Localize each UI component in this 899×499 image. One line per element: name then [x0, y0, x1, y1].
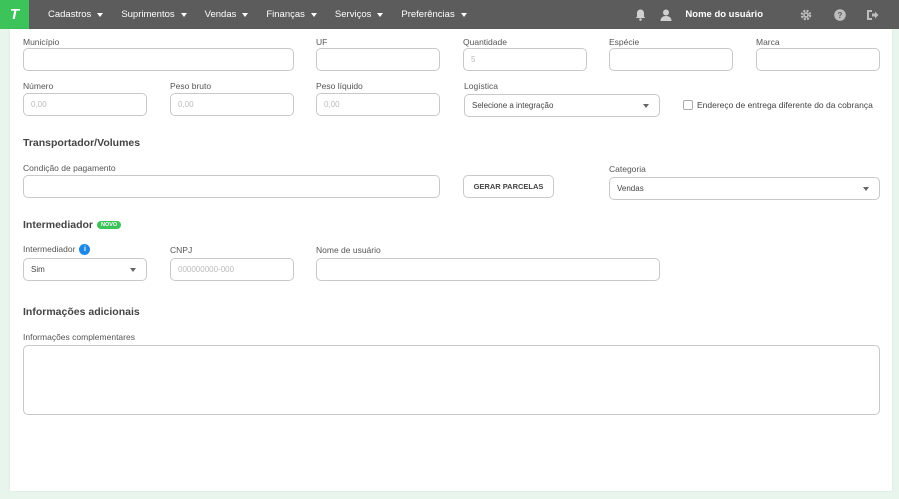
- marca-label: Marca: [756, 37, 780, 47]
- informacoes-adicionais-title: Informações adicionais: [23, 306, 140, 318]
- categoria-label: Categoria: [609, 164, 646, 174]
- chevron-down-icon: [310, 12, 317, 17]
- especie-label: Espécie: [609, 37, 640, 47]
- quantidade-label: Quantidade: [463, 37, 507, 47]
- endereco-entrega-label: Endereço de entrega diferente do da cobr…: [697, 100, 873, 110]
- intermediador-title-text: Intermediador: [23, 219, 94, 231]
- marca-input[interactable]: [756, 48, 880, 71]
- condicao-pagamento-label: Condição de pagamento: [23, 163, 116, 173]
- form-panel: Município UF Quantidade 5 Espécie Marca …: [10, 29, 892, 491]
- chevron-down-icon: [180, 12, 187, 17]
- svg-text:?: ?: [838, 11, 843, 20]
- gear-icon[interactable]: [799, 8, 813, 22]
- transportador-section-title: Transportador/Volumes: [23, 137, 141, 149]
- chevron-down-icon: [130, 268, 136, 272]
- categoria-value: Vendas: [617, 184, 644, 193]
- menu-servicos[interactable]: Serviços: [326, 9, 392, 20]
- novo-badge: NOVO: [97, 221, 122, 230]
- intermediador-select[interactable]: Sim: [23, 258, 147, 281]
- main-menu: Cadastros Suprimentos Vendas Finanças Se…: [39, 9, 476, 20]
- help-icon[interactable]: ?: [833, 8, 847, 22]
- menu-label: Suprimentos: [121, 9, 175, 20]
- logistica-value: Selecione a integração: [472, 101, 554, 110]
- numero-input[interactable]: 0,00: [23, 93, 147, 116]
- informacoes-complementares-label: Informações complementares: [23, 332, 135, 342]
- user-icon[interactable]: [659, 8, 673, 22]
- uf-label: UF: [316, 37, 328, 47]
- peso-liquido-label: Peso líquido: [316, 81, 363, 91]
- especie-input[interactable]: [609, 48, 733, 71]
- cnpj-label: CNPJ: [170, 245, 193, 255]
- menu-preferencias[interactable]: Preferências: [392, 9, 475, 20]
- quantidade-input[interactable]: 5: [463, 48, 587, 71]
- intermediador-field-label: Intermediador i: [23, 244, 91, 256]
- nome-usuario-label: Nome de usuário: [316, 245, 381, 255]
- menu-cadastros[interactable]: Cadastros: [39, 9, 112, 20]
- cnpj-placeholder: 000000000-000: [178, 265, 235, 274]
- informacoes-complementares-textarea[interactable]: [23, 345, 880, 415]
- municipio-input[interactable]: [23, 48, 294, 71]
- menu-vendas[interactable]: Vendas: [196, 9, 258, 20]
- peso-liquido-placeholder: 0,00: [324, 100, 340, 109]
- menu-label: Cadastros: [48, 9, 92, 20]
- chevron-down-icon: [97, 12, 104, 17]
- intermediador-value: Sim: [31, 265, 45, 274]
- topbar-actions: Nome do usuário ?: [633, 0, 899, 29]
- numero-placeholder: 0,00: [31, 100, 47, 109]
- logistica-label: Logística: [464, 81, 499, 91]
- menu-label: Serviços: [334, 9, 372, 20]
- app-logo[interactable]: T: [0, 0, 29, 29]
- logistica-select[interactable]: Selecione a integração: [464, 94, 660, 117]
- chevron-down-icon: [460, 12, 467, 17]
- categoria-select[interactable]: Vendas: [609, 177, 880, 200]
- chevron-down-icon: [377, 12, 384, 17]
- numero-label: Número: [23, 81, 54, 91]
- cnpj-input[interactable]: 000000000-000: [170, 258, 294, 281]
- chevron-down-icon: [643, 104, 649, 108]
- info-icon[interactable]: i: [79, 244, 91, 256]
- peso-liquido-input[interactable]: 0,00: [316, 93, 440, 116]
- top-navigation-bar: T Cadastros Suprimentos Vendas Finanças …: [0, 0, 899, 29]
- nome-usuario-input[interactable]: [316, 258, 660, 281]
- menu-label: Vendas: [204, 9, 237, 20]
- gerar-parcelas-button[interactable]: GERAR PARCELAS: [463, 175, 554, 198]
- menu-label: Finanças: [266, 9, 305, 20]
- chevron-down-icon: [242, 12, 249, 17]
- municipio-label: Município: [23, 37, 60, 47]
- menu-suprimentos[interactable]: Suprimentos: [112, 9, 195, 20]
- endereco-entrega-checkbox[interactable]: [683, 100, 693, 110]
- quantidade-placeholder: 5: [471, 55, 476, 64]
- intermediador-label-text: Intermediador: [23, 244, 76, 254]
- username-label[interactable]: Nome do usuário: [685, 9, 763, 20]
- chevron-down-icon: [863, 187, 869, 191]
- bell-icon[interactable]: [633, 8, 647, 22]
- intermediador-section-title: Intermediador NOVO: [23, 219, 122, 231]
- menu-financas[interactable]: Finanças: [257, 9, 326, 20]
- peso-bruto-placeholder: 0,00: [178, 100, 194, 109]
- uf-input[interactable]: [316, 48, 440, 71]
- logout-icon[interactable]: [865, 8, 879, 22]
- condicao-pagamento-input[interactable]: [23, 175, 440, 198]
- peso-bruto-label: Peso bruto: [170, 81, 212, 91]
- menu-label: Preferências: [401, 9, 455, 20]
- peso-bruto-input[interactable]: 0,00: [170, 93, 294, 116]
